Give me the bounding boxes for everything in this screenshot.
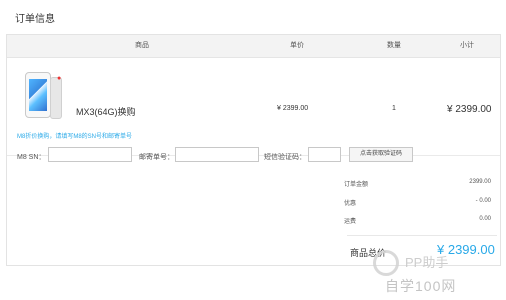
phone-screen	[29, 79, 47, 111]
camera-dot-icon: ●	[57, 75, 62, 82]
section-title: 订单信息	[15, 14, 55, 25]
tracking-label: 邮寄单号：	[139, 154, 174, 161]
get-code-button[interactable]: 点击获取验证码	[349, 147, 413, 162]
summary-row-shipping: 运费 0.00	[344, 216, 494, 228]
summary-value: 0.00	[479, 216, 491, 222]
header-product: 商品	[135, 42, 149, 49]
pp-logo-icon	[373, 250, 399, 276]
header-unit-price: 单价	[290, 42, 304, 49]
summary-divider	[347, 235, 497, 236]
summary-value: 2399.00	[469, 179, 491, 185]
sms-code-input[interactable]	[308, 147, 341, 162]
summary-row-order-amount: 订单金额 2399.00	[344, 179, 494, 191]
sn-label: M8 SN：	[17, 154, 46, 161]
sms-code-label: 短信验证码：	[264, 154, 306, 161]
table-header: 商品 单价 数量 小计	[7, 35, 500, 58]
order-panel: 商品 单价 数量 小计 ● MX3(64G)换购 ¥ 2399.00 1 ¥ 2…	[6, 34, 501, 266]
product-name: MX3(64G)换购	[76, 107, 136, 117]
phone-back	[50, 77, 62, 119]
summary-value: - 0.00	[475, 198, 491, 204]
quantity: 1	[392, 105, 396, 112]
unit-price: ¥ 2399.00	[277, 105, 309, 112]
tracking-number-input[interactable]	[175, 147, 259, 162]
header-quantity: 数量	[387, 42, 401, 49]
table-row: ● MX3(64G)换购 ¥ 2399.00 1 ¥ 2399.00	[7, 57, 500, 156]
phone-product-image: ●	[25, 72, 62, 119]
summary-label: 订单金额	[344, 182, 369, 188]
watermark: PP助手 自学100网	[373, 248, 503, 296]
watermark-top-text: PP助手	[405, 255, 449, 270]
summary-label: 优惠	[344, 201, 357, 207]
subtotal: ¥ 2399.00	[447, 104, 492, 115]
sn-input[interactable]	[48, 147, 132, 162]
trade-in-form: M8 SN： 邮寄单号： 短信验证码： 点击获取验证码	[7, 147, 500, 167]
summary-row-discount: 优惠 - 0.00	[344, 198, 494, 210]
watermark-bottom-text: 自学100网	[385, 278, 457, 294]
trade-in-notice: M8折价换购，请填写M8的SN号和邮寄单号	[17, 134, 133, 140]
summary-label: 运费	[344, 219, 357, 225]
header-subtotal: 小计	[460, 42, 474, 49]
